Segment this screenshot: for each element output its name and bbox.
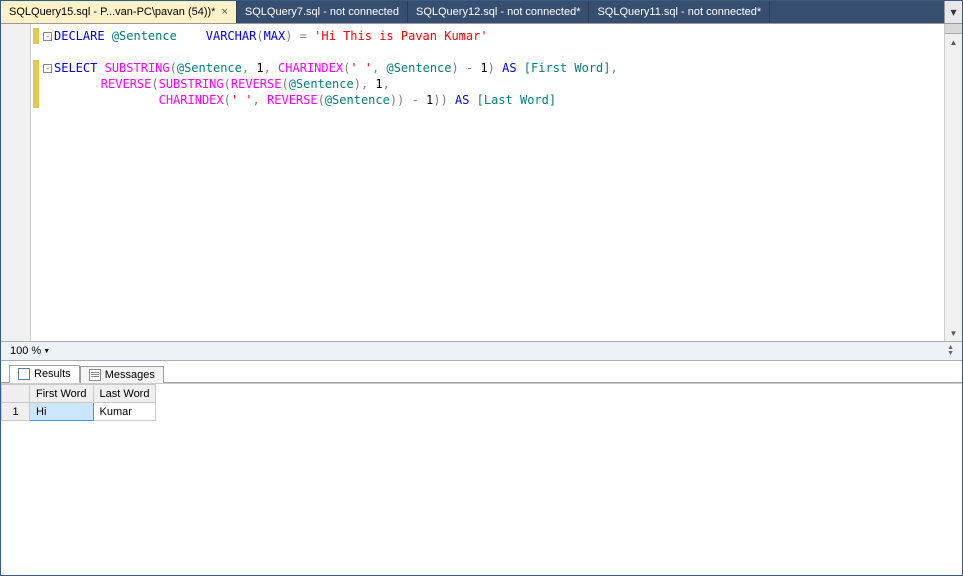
mod-mark [33, 28, 39, 44]
outline-collapse-icon[interactable]: - [43, 32, 52, 41]
document-tab-bar: SQLQuery15.sql - P...van-PC\pavan (54))*… [1, 1, 962, 23]
cell-first-word[interactable]: Hi [30, 403, 94, 421]
line-nav-buttons[interactable]: ▲▼ [947, 345, 954, 357]
editor-vertical-scrollbar[interactable]: ▲ ▼ [944, 24, 962, 341]
tab-results[interactable]: Results [9, 365, 80, 383]
scroll-down-icon[interactable]: ▼ [945, 325, 962, 341]
chevron-down-icon: ▾ [950, 5, 956, 19]
scroll-up-icon[interactable]: ▲ [945, 34, 962, 50]
zoom-value: 100 % [10, 345, 41, 357]
col-header-first-word[interactable]: First Word [30, 385, 94, 403]
mod-mark [33, 60, 39, 108]
modification-bar [31, 24, 41, 341]
tab-sqlquery12[interactable]: SQLQuery12.sql - not connected* [408, 1, 589, 23]
arrow-down-icon: ▼ [947, 351, 954, 357]
chevron-down-icon: ▼ [43, 348, 50, 355]
cell-last-word[interactable]: Kumar [93, 403, 156, 421]
tab-sqlquery15[interactable]: SQLQuery15.sql - P...van-PC\pavan (54))*… [1, 1, 237, 23]
tab-overflow-button[interactable]: ▾ [944, 1, 962, 23]
tab-label: SQLQuery7.sql - not connected [245, 6, 399, 18]
editor-gutter [1, 24, 31, 341]
tab-label: SQLQuery12.sql - not connected* [416, 6, 580, 18]
outline-collapse-icon[interactable]: - [43, 64, 52, 73]
results-tab-bar: Results Messages [1, 361, 962, 383]
editor-status-strip: 100 % ▼ ▲▼ [1, 341, 962, 361]
col-header-last-word[interactable]: Last Word [93, 385, 156, 403]
tab-sqlquery11[interactable]: SQLQuery11.sql - not connected* [589, 1, 770, 23]
tab-label: Messages [105, 369, 155, 381]
sql-editor: -DECLARE @Sentence VARCHAR(MAX) = 'Hi Th… [1, 23, 962, 341]
grid-corner[interactable] [2, 385, 30, 403]
table-row[interactable]: 1 Hi Kumar [2, 403, 156, 421]
results-grid-icon [18, 368, 30, 380]
split-grip-icon[interactable] [945, 24, 962, 34]
tab-label: SQLQuery11.sql - not connected* [597, 6, 761, 18]
messages-icon [89, 369, 101, 381]
code-area[interactable]: -DECLARE @Sentence VARCHAR(MAX) = 'Hi Th… [41, 24, 944, 341]
zoom-dropdown[interactable]: 100 % ▼ [5, 344, 55, 358]
close-icon[interactable]: × [221, 6, 227, 18]
header-row: First Word Last Word [2, 385, 156, 403]
tab-sqlquery7[interactable]: SQLQuery7.sql - not connected [237, 1, 408, 23]
results-pane: First Word Last Word 1 Hi Kumar [1, 383, 962, 575]
results-grid[interactable]: First Word Last Word 1 Hi Kumar [1, 384, 156, 421]
row-number[interactable]: 1 [2, 403, 30, 421]
tab-label: SQLQuery15.sql - P...van-PC\pavan (54))* [9, 6, 215, 18]
tab-messages[interactable]: Messages [80, 366, 164, 383]
tab-label: Results [34, 368, 71, 380]
